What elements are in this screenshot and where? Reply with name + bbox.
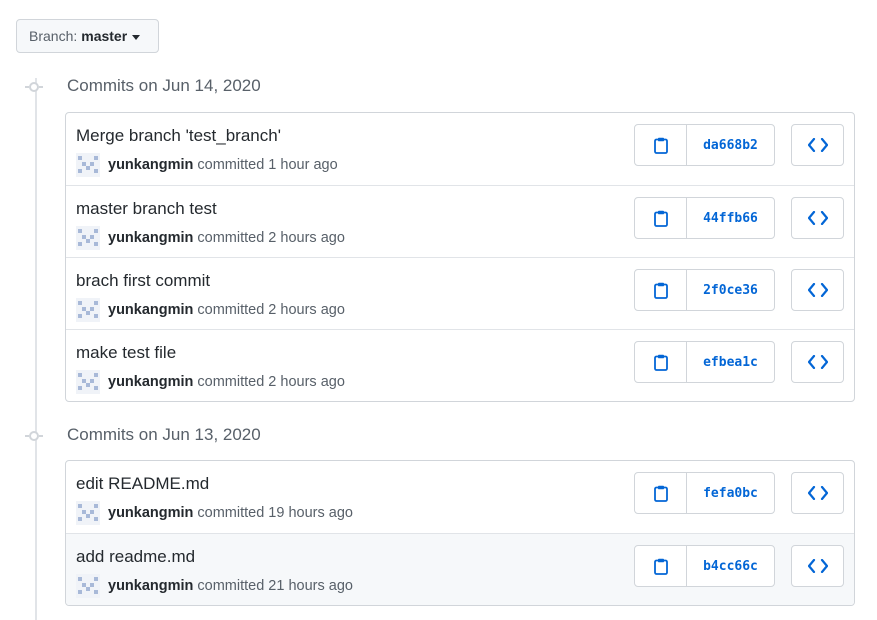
commit-list: Merge branch 'test_branch' yunkangmin co… xyxy=(65,112,855,402)
code-icon xyxy=(807,138,828,152)
commit-message-link[interactable]: brach first commit xyxy=(76,271,210,291)
code-icon xyxy=(807,559,828,573)
commit-sha-link[interactable]: 2f0ce36 xyxy=(687,270,774,310)
commit-group-header: Commits on Jun 14, 2020 xyxy=(0,76,877,101)
avatar[interactable] xyxy=(76,574,100,598)
commit-icon xyxy=(29,431,39,441)
commit-meta: yunkangmin committed 2 hours ago xyxy=(76,226,345,250)
commit-author[interactable]: yunkangmin xyxy=(108,374,193,390)
copy-sha-button[interactable] xyxy=(635,270,687,310)
copy-sha-button[interactable] xyxy=(635,125,687,165)
code-icon xyxy=(807,211,828,225)
clipboard-icon xyxy=(653,137,668,154)
branch-label: Branch: xyxy=(29,28,78,44)
clipboard-icon xyxy=(653,558,668,575)
commit-group-title: Commits on Jun 14, 2020 xyxy=(67,76,261,95)
commit-message-link[interactable]: add readme.md xyxy=(76,547,195,567)
commit-row: Merge branch 'test_branch' yunkangmin co… xyxy=(66,113,854,185)
commit-message-link[interactable]: edit README.md xyxy=(76,474,209,494)
browse-repo-button[interactable] xyxy=(791,197,844,239)
timeline-line xyxy=(35,78,37,620)
clipboard-icon xyxy=(653,354,668,371)
commit-sha-link[interactable]: fefa0bc xyxy=(687,473,774,513)
commit-row: add readme.md yunkangmin committed 21 ho… xyxy=(66,533,854,605)
browse-repo-button[interactable] xyxy=(791,341,844,383)
copy-sha-button[interactable] xyxy=(635,342,687,382)
browse-repo-button[interactable] xyxy=(791,124,844,166)
commit-meta: yunkangmin committed 21 hours ago xyxy=(76,574,353,598)
commit-group-title: Commits on Jun 13, 2020 xyxy=(67,425,261,444)
sha-button-group: da668b2 xyxy=(634,124,775,166)
commit-action: committed xyxy=(197,230,265,246)
commit-list: edit README.md yunkangmin committed 19 h… xyxy=(65,460,855,606)
commit-action: committed xyxy=(197,157,265,173)
clipboard-icon xyxy=(653,210,668,227)
commit-sha-link[interactable]: da668b2 xyxy=(687,125,774,165)
commit-meta: yunkangmin committed 2 hours ago xyxy=(76,298,345,322)
branch-select-button[interactable]: Branch: master xyxy=(16,19,159,53)
commit-row: edit README.md yunkangmin committed 19 h… xyxy=(66,461,854,533)
commit-author[interactable]: yunkangmin xyxy=(108,578,193,594)
commit-age: 21 hours ago xyxy=(268,578,353,594)
avatar[interactable] xyxy=(76,501,100,525)
code-icon xyxy=(807,486,828,500)
sha-button-group: efbea1c xyxy=(634,341,775,383)
commit-row: brach first commit yunkangmin committed … xyxy=(66,257,854,329)
commit-icon xyxy=(29,82,39,92)
commit-row: master branch test yunkangmin committed … xyxy=(66,185,854,257)
commit-sha-link[interactable]: efbea1c xyxy=(687,342,774,382)
commit-age: 19 hours ago xyxy=(268,505,353,521)
commit-action: committed xyxy=(197,302,265,318)
commit-message-link[interactable]: Merge branch 'test_branch' xyxy=(76,126,281,146)
copy-sha-button[interactable] xyxy=(635,198,687,238)
sha-button-group: fefa0bc xyxy=(634,472,775,514)
caret-down-icon xyxy=(132,34,141,40)
commit-age: 1 hour ago xyxy=(268,157,338,173)
commit-meta: yunkangmin committed 19 hours ago xyxy=(76,501,353,525)
browse-repo-button[interactable] xyxy=(791,472,844,514)
sha-button-group: 44ffb66 xyxy=(634,197,775,239)
commit-meta: yunkangmin committed 1 hour ago xyxy=(76,153,338,177)
commit-age: 2 hours ago xyxy=(268,374,345,390)
commit-group-header: Commits on Jun 13, 2020 xyxy=(0,425,877,450)
commit-sha-link[interactable]: b4cc66c xyxy=(687,546,774,586)
commit-action: committed xyxy=(197,578,265,594)
browse-repo-button[interactable] xyxy=(791,269,844,311)
clipboard-icon xyxy=(653,282,668,299)
avatar[interactable] xyxy=(76,298,100,322)
commit-age: 2 hours ago xyxy=(268,230,345,246)
commit-action: committed xyxy=(197,374,265,390)
copy-sha-button[interactable] xyxy=(635,473,687,513)
commit-row: make test file yunkangmin committed 2 ho… xyxy=(66,329,854,401)
sha-button-group: 2f0ce36 xyxy=(634,269,775,311)
sha-button-group: b4cc66c xyxy=(634,545,775,587)
commit-message-link[interactable]: make test file xyxy=(76,343,176,363)
commit-age: 2 hours ago xyxy=(268,302,345,318)
code-icon xyxy=(807,355,828,369)
commit-action: committed xyxy=(197,505,265,521)
commit-author[interactable]: yunkangmin xyxy=(108,230,193,246)
commit-author[interactable]: yunkangmin xyxy=(108,505,193,521)
commit-author[interactable]: yunkangmin xyxy=(108,302,193,318)
avatar[interactable] xyxy=(76,153,100,177)
copy-sha-button[interactable] xyxy=(635,546,687,586)
avatar[interactable] xyxy=(76,226,100,250)
commit-author[interactable]: yunkangmin xyxy=(108,157,193,173)
commit-message-link[interactable]: master branch test xyxy=(76,199,217,219)
commit-sha-link[interactable]: 44ffb66 xyxy=(687,198,774,238)
avatar[interactable] xyxy=(76,370,100,394)
branch-value: master xyxy=(81,28,128,44)
commit-meta: yunkangmin committed 2 hours ago xyxy=(76,370,345,394)
browse-repo-button[interactable] xyxy=(791,545,844,587)
clipboard-icon xyxy=(653,485,668,502)
code-icon xyxy=(807,283,828,297)
